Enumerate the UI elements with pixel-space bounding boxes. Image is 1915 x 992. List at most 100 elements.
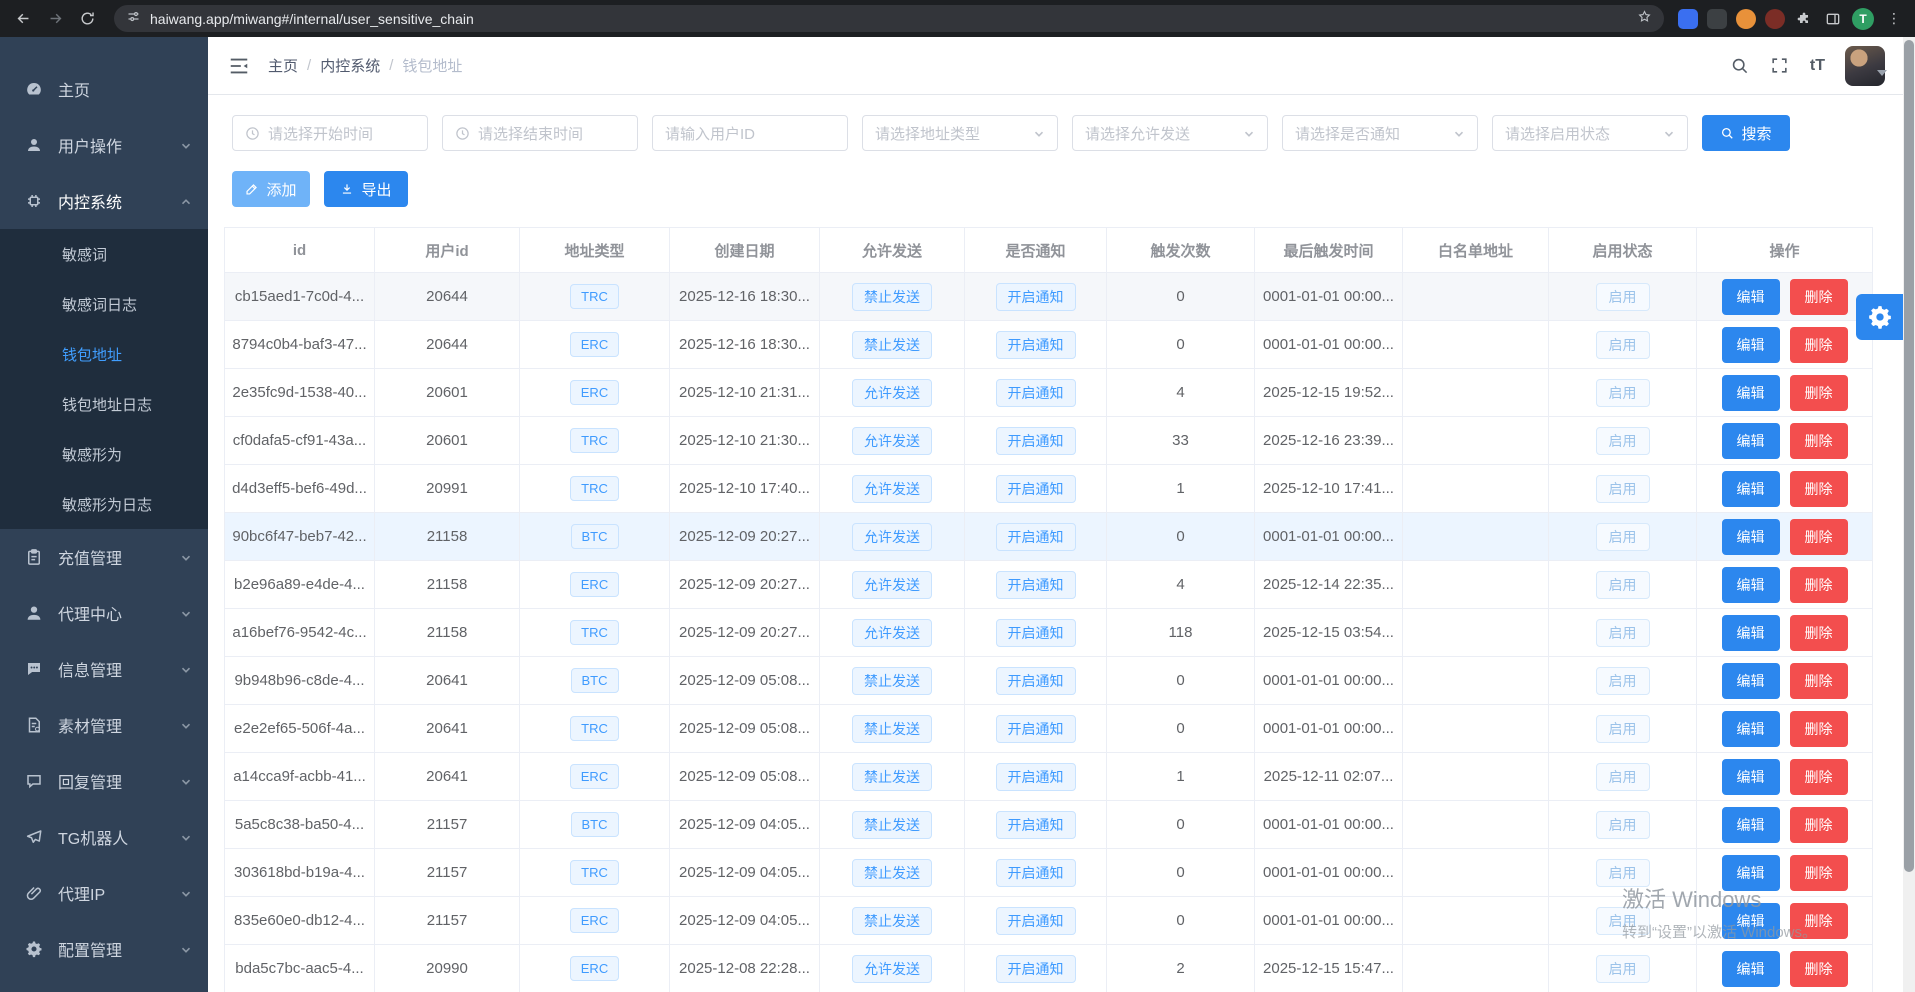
user-menu[interactable] bbox=[1845, 46, 1887, 86]
delete-button[interactable]: 删除 bbox=[1790, 903, 1848, 939]
edit-button[interactable]: 编辑 bbox=[1722, 567, 1780, 603]
add-button[interactable]: 添加 bbox=[232, 171, 310, 207]
edit-button[interactable]: 编辑 bbox=[1722, 615, 1780, 651]
sidebar-item-agent-center[interactable]: 代理中心 bbox=[0, 585, 208, 641]
edit-button[interactable]: 编辑 bbox=[1722, 663, 1780, 699]
edit-button[interactable]: 编辑 bbox=[1722, 471, 1780, 507]
delete-button[interactable]: 删除 bbox=[1790, 471, 1848, 507]
sidebar-item-material[interactable]: 素材管理 bbox=[0, 697, 208, 753]
extension-blue-icon[interactable] bbox=[1678, 9, 1698, 29]
cell-address-type: ERC bbox=[520, 945, 670, 992]
sidebar-item-sensitive-words[interactable]: 敏感词 bbox=[0, 229, 208, 279]
search-button[interactable]: 搜索 bbox=[1702, 115, 1790, 151]
browser-forward-button[interactable] bbox=[42, 6, 68, 32]
edit-button[interactable]: 编辑 bbox=[1722, 759, 1780, 795]
browser-back-button[interactable] bbox=[10, 6, 36, 32]
extension-orange-icon[interactable] bbox=[1736, 9, 1756, 29]
delete-button[interactable]: 删除 bbox=[1790, 759, 1848, 795]
start-time-input[interactable]: 请选择开始时间 bbox=[232, 115, 428, 151]
cell-last-trigger-time: 0001-01-01 00:00... bbox=[1255, 801, 1403, 849]
browser-menu-icon[interactable]: ⋮ bbox=[1883, 10, 1905, 27]
edit-button[interactable]: 编辑 bbox=[1722, 327, 1780, 363]
cell-created-date: 2025-12-09 04:05... bbox=[670, 801, 820, 849]
sidebar-item-home[interactable]: 主页 bbox=[0, 61, 208, 117]
extension-maroon-icon[interactable] bbox=[1765, 9, 1785, 29]
table-row: e2e2ef65-506f-4a...20641TRC2025-12-09 05… bbox=[225, 705, 1873, 753]
sidebar-item-proxy-ip[interactable]: 代理IP bbox=[0, 865, 208, 921]
delete-button[interactable]: 删除 bbox=[1790, 663, 1848, 699]
delete-button[interactable]: 删除 bbox=[1790, 615, 1848, 651]
edit-button[interactable]: 编辑 bbox=[1722, 807, 1780, 843]
delete-button[interactable]: 删除 bbox=[1790, 951, 1848, 987]
edit-button[interactable]: 编辑 bbox=[1722, 951, 1780, 987]
sidebar-item-sensitive-words-log[interactable]: 敏感词日志 bbox=[0, 279, 208, 329]
browser-profile-avatar[interactable]: T bbox=[1852, 8, 1874, 30]
edit-button[interactable]: 编辑 bbox=[1722, 903, 1780, 939]
breadcrumb-item-1[interactable]: 主页 bbox=[268, 55, 298, 76]
delete-button[interactable]: 删除 bbox=[1790, 855, 1848, 891]
cell-allow-send: 允许发送 bbox=[820, 561, 965, 609]
end-time-input[interactable]: 请选择结束时间 bbox=[442, 115, 638, 151]
delete-button[interactable]: 删除 bbox=[1790, 567, 1848, 603]
cell-notify: 开启通知 bbox=[965, 321, 1107, 369]
side-panel-icon[interactable] bbox=[1823, 9, 1843, 29]
delete-button[interactable]: 删除 bbox=[1790, 327, 1848, 363]
edit-button[interactable]: 编辑 bbox=[1722, 519, 1780, 555]
allow-send-select[interactable]: 请选择允许发送 bbox=[1072, 115, 1268, 151]
browser-refresh-button[interactable] bbox=[74, 6, 100, 32]
user-id-input[interactable]: 请输入用户ID bbox=[652, 115, 848, 151]
extensions-puzzle-icon[interactable] bbox=[1794, 9, 1814, 29]
extension-dark-icon[interactable] bbox=[1707, 9, 1727, 29]
column-header: 创建日期 bbox=[670, 228, 820, 273]
delete-button[interactable]: 删除 bbox=[1790, 519, 1848, 555]
site-settings-icon[interactable] bbox=[126, 9, 141, 29]
notify-select[interactable]: 请选择是否通知 bbox=[1282, 115, 1478, 151]
sidebar: 主页用户操作内控系统敏感词敏感词日志钱包地址钱包地址日志敏感形为敏感形为日志充值… bbox=[0, 37, 208, 992]
delete-button[interactable]: 删除 bbox=[1790, 807, 1848, 843]
enable-status-select[interactable]: 请选择启用状态 bbox=[1492, 115, 1688, 151]
allow-send-badge: 禁止发送 bbox=[852, 283, 932, 311]
delete-button[interactable]: 删除 bbox=[1790, 423, 1848, 459]
fullscreen-icon[interactable] bbox=[1770, 56, 1790, 76]
address-bar[interactable]: haiwang.app/miwang#/internal/user_sensit… bbox=[114, 5, 1664, 32]
font-size-icon[interactable]: tT bbox=[1810, 57, 1825, 75]
scrollbar-thumb[interactable] bbox=[1904, 40, 1914, 872]
sidebar-collapse-icon[interactable] bbox=[228, 55, 250, 77]
sidebar-item-recharge[interactable]: 充值管理 bbox=[0, 529, 208, 585]
sidebar-item-tg-bot[interactable]: TG机器人 bbox=[0, 809, 208, 865]
column-header: 允许发送 bbox=[820, 228, 965, 273]
sidebar-item-reply[interactable]: 回复管理 bbox=[0, 753, 208, 809]
edit-button[interactable]: 编辑 bbox=[1722, 375, 1780, 411]
sidebar-item-user-ops[interactable]: 用户操作 bbox=[0, 117, 208, 173]
breadcrumb: 主页/内控系统/钱包地址 bbox=[268, 55, 462, 76]
placeholder-text: 请选择允许发送 bbox=[1085, 123, 1190, 144]
notify-badge: 开启通知 bbox=[996, 763, 1076, 791]
avatar[interactable] bbox=[1845, 46, 1885, 86]
export-button[interactable]: 导出 bbox=[324, 171, 408, 207]
sidebar-item-config[interactable]: 配置管理 bbox=[0, 921, 208, 977]
bookmark-star-icon[interactable] bbox=[1637, 9, 1652, 29]
sidebar-item-account-perm[interactable]: 帐号权限 bbox=[0, 977, 208, 992]
address-type-select[interactable]: 请选择地址类型 bbox=[862, 115, 1058, 151]
delete-button[interactable]: 删除 bbox=[1790, 375, 1848, 411]
settings-panel-button[interactable] bbox=[1856, 294, 1903, 340]
breadcrumb-item-2[interactable]: 内控系统 bbox=[320, 55, 380, 76]
url-text[interactable]: haiwang.app/miwang#/internal/user_sensit… bbox=[150, 11, 1628, 27]
edit-button[interactable]: 编辑 bbox=[1722, 711, 1780, 747]
cell-id: 90bc6f47-beb7-42... bbox=[225, 513, 375, 561]
sidebar-item-sensitive-behavior[interactable]: 敏感形为 bbox=[0, 429, 208, 479]
table-row: 8794c0b4-baf3-47...20644ERC2025-12-16 18… bbox=[225, 321, 1873, 369]
delete-button[interactable]: 删除 bbox=[1790, 711, 1848, 747]
sidebar-item-sensitive-behavior-log[interactable]: 敏感形为日志 bbox=[0, 479, 208, 529]
edit-button[interactable]: 编辑 bbox=[1722, 855, 1780, 891]
edit-button[interactable]: 编辑 bbox=[1722, 423, 1780, 459]
delete-button[interactable]: 删除 bbox=[1790, 279, 1848, 315]
sidebar-item-message[interactable]: 信息管理 bbox=[0, 641, 208, 697]
cell-last-trigger-time: 2025-12-15 19:52... bbox=[1255, 369, 1403, 417]
edit-button[interactable]: 编辑 bbox=[1722, 279, 1780, 315]
sidebar-item-wallet-address-log[interactable]: 钱包地址日志 bbox=[0, 379, 208, 429]
cell-user-id: 20990 bbox=[375, 945, 520, 992]
sidebar-item-internal-system[interactable]: 内控系统 bbox=[0, 173, 208, 229]
search-icon[interactable] bbox=[1730, 56, 1750, 76]
sidebar-item-wallet-address[interactable]: 钱包地址 bbox=[0, 329, 208, 379]
